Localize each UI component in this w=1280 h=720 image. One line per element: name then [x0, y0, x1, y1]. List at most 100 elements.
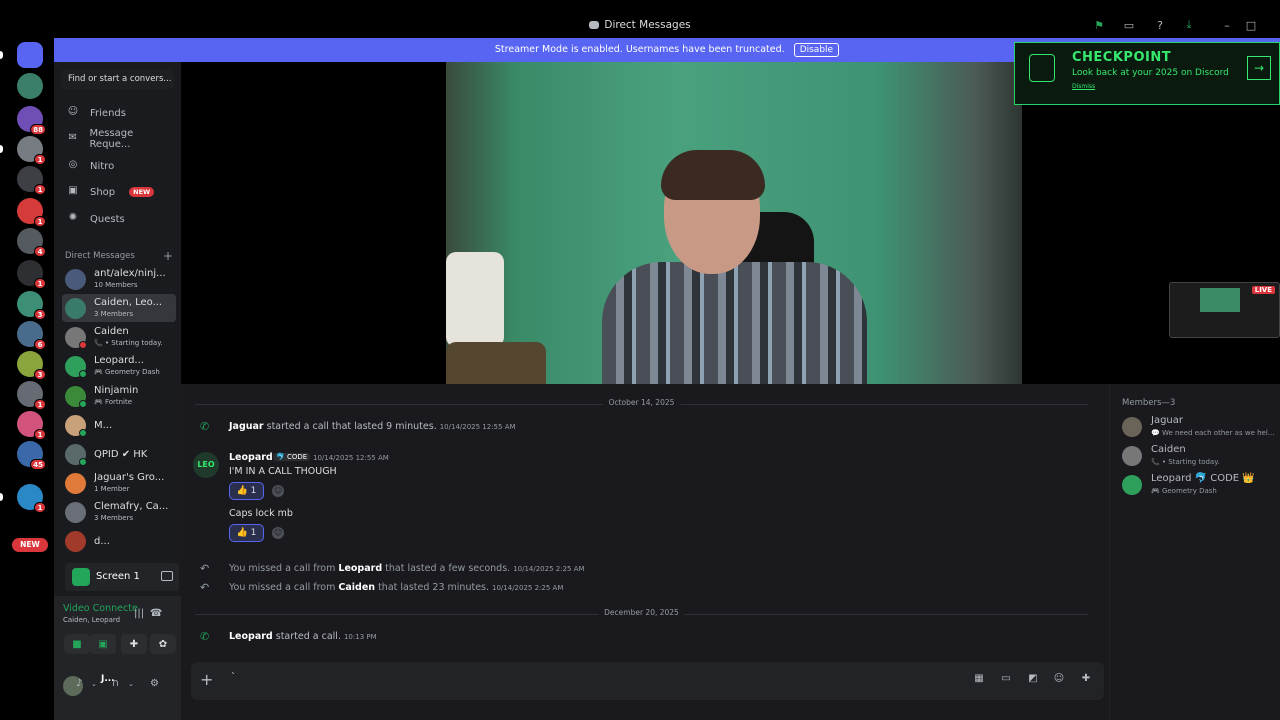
add-reaction-icon[interactable]: ☺ — [272, 485, 284, 497]
window-title-text: Direct Messages — [604, 19, 691, 31]
gif-icon[interactable]: ▭ — [999, 673, 1013, 687]
voice-channel[interactable]: Caiden, Leopard — [63, 616, 120, 624]
reaction-thumbs-up[interactable]: 👍 1 — [229, 482, 264, 500]
guild-tag[interactable]: 🐬 CODE — [273, 453, 311, 461]
maximize-icon[interactable]: □ — [1244, 18, 1258, 32]
search-input[interactable]: Find or start a convers... — [61, 69, 174, 89]
sticker-icon[interactable]: ◩ — [1026, 673, 1040, 687]
dm-item[interactable]: M... — [62, 411, 176, 439]
arrow-right-icon[interactable]: → — [1247, 56, 1271, 80]
create-dm-icon[interactable]: + — [163, 249, 173, 263]
inbox-icon[interactable]: ▭ — [1122, 18, 1136, 32]
mic-icon[interactable]: ♪ — [76, 678, 82, 689]
nav-nitro[interactable]: ◎ Nitro — [62, 155, 174, 177]
nav-shop[interactable]: ▣ Shop NEW — [62, 181, 174, 203]
stop-stream-icon[interactable] — [161, 571, 173, 581]
checkpoint-subtitle: Look back at your 2025 on Discord — [1072, 68, 1229, 78]
disable-button[interactable]: Disable — [793, 43, 840, 57]
title-bar: Direct Messages ⚑ ▭ ? ⤓ – □ — [0, 0, 1280, 38]
timestamp: 10/14/2025 2:25 AM — [492, 584, 564, 592]
composer-input[interactable]: ` — [231, 672, 236, 683]
dm-item[interactable]: Leopard... 🎮 Geometry Dash — [62, 352, 176, 380]
discord-app: Direct Messages ⚑ ▭ ? ⤓ – □ NEW 88 1 1 1 4 1 3… — [0, 0, 1280, 720]
member-item[interactable]: Caiden 📞 • Starting today. — [1122, 443, 1280, 469]
server-icon[interactable]: 1 — [17, 198, 46, 227]
mic-chevron-icon[interactable]: ⌄ — [91, 680, 97, 688]
server-icon[interactable]: 45 — [17, 441, 46, 470]
caller-name[interactable]: Jaguar — [229, 421, 264, 432]
gift-icon[interactable]: ▦ — [972, 673, 986, 687]
dm-item[interactable]: ant/alex/ninj... 10 Members — [62, 265, 176, 293]
server-icon[interactable] — [17, 73, 43, 99]
shelf-shape — [446, 342, 546, 384]
mention-badge: 1 — [34, 278, 46, 289]
nav-quests[interactable]: ✺ Quests — [62, 208, 174, 230]
nav-label: Quests — [90, 213, 125, 225]
video-feed[interactable] — [446, 62, 1022, 384]
member-list: Members—3 Jaguar 💬 We need each other as … — [1109, 384, 1280, 720]
reaction-thumbs-up[interactable]: 👍 1 — [229, 524, 264, 542]
dm-item[interactable]: d... — [62, 527, 176, 555]
caller-name[interactable]: Leopard — [338, 563, 382, 574]
member-item[interactable]: Leopard 🐬 CODE 👑 🎮 Geometry Dash — [1122, 472, 1280, 498]
mention-badge: 45 — [30, 459, 46, 470]
dm-item[interactable]: Clemafry, Ca... 3 Members — [62, 498, 176, 526]
server-icon[interactable]: 1 — [17, 381, 46, 410]
headphones-chevron-icon[interactable]: ⌄ — [128, 680, 134, 688]
caller-name[interactable]: Leopard — [229, 631, 273, 642]
message-author[interactable]: Leopard — [229, 452, 273, 463]
attach-plus-icon[interactable]: + — [200, 670, 213, 689]
missed-post: that lasted 23 minutes. — [375, 582, 490, 593]
server-icon[interactable]: 6 — [17, 321, 46, 350]
server-icon[interactable]: 1 — [17, 166, 46, 195]
nav-friends[interactable]: ☺ Friends — [62, 102, 174, 124]
server-icon[interactable]: 3 — [17, 351, 46, 380]
headphones-icon[interactable]: ∩ — [112, 678, 119, 689]
server-icon[interactable]: 1 — [17, 484, 46, 513]
window-title: Direct Messages — [0, 19, 1280, 31]
server-icon[interactable]: 3 — [17, 291, 46, 320]
emoji-icon[interactable]: ☺ — [1052, 673, 1066, 687]
server-icon[interactable]: 1 — [17, 136, 46, 165]
minimize-icon[interactable]: – — [1220, 18, 1234, 32]
dm-item[interactable]: QPID ✔ HK — [62, 440, 176, 468]
settings-icon[interactable]: ⚙ — [150, 678, 159, 689]
server-icon[interactable]: 1 — [17, 411, 46, 440]
checkpoint-dismiss[interactable]: Dismiss — [1072, 83, 1095, 90]
mention-badge: 1 — [34, 154, 46, 165]
stream-thumbnail[interactable]: LIVE — [1169, 282, 1280, 338]
dm-name: Leopard... — [94, 355, 144, 366]
camera-button[interactable]: ■ — [64, 634, 90, 654]
dm-item[interactable]: Caiden, Leo... 3 Members — [62, 294, 176, 322]
apps-icon[interactable]: ✚ — [1079, 673, 1093, 687]
screen-share-button[interactable]: ▣ — [90, 634, 116, 654]
server-icon[interactable]: 4 — [17, 228, 46, 257]
server-icon[interactable]: 1 — [17, 260, 46, 289]
soundboard-button[interactable]: ✿ — [150, 634, 176, 654]
checkpoint-promo[interactable]: CHECKPOINT Look back at your 2025 on Dis… — [1014, 42, 1280, 105]
status-indicator — [79, 370, 87, 378]
message-composer[interactable]: + ` ▦ ▭ ◩ ☺ ✚ — [191, 662, 1104, 700]
dm-name: Clemafry, Ca... — [94, 501, 169, 512]
dm-item[interactable]: Caiden 📞 • Starting today. — [62, 323, 176, 351]
status-indicator — [79, 429, 87, 437]
message-avatar[interactable]: LEO — [193, 452, 219, 478]
main-area: LIVE CHECKPOINT Look back at your 2025 o… — [181, 42, 1280, 720]
noise-suppression-icon[interactable]: ||| — [134, 608, 144, 619]
flag-icon[interactable]: ⚑ — [1092, 18, 1106, 32]
server-icon[interactable]: 88 — [17, 106, 46, 135]
disconnect-icon[interactable]: ☎ — [150, 608, 162, 619]
nav-message[interactable]: ✉ Message Reque... — [62, 128, 174, 150]
dm-item[interactable]: Jaguar's Gro... 1 Member — [62, 469, 176, 497]
caller-name[interactable]: Caiden — [338, 582, 375, 593]
help-icon[interactable]: ? — [1153, 18, 1167, 32]
discord-home-icon[interactable] — [17, 42, 43, 68]
download-icon[interactable]: ⤓ — [1182, 18, 1196, 32]
add-reaction-icon[interactable]: ☺ — [272, 527, 284, 539]
screen-share-bar[interactable]: Screen 1 — [65, 563, 179, 591]
activities-button[interactable]: ✚ — [121, 634, 147, 654]
message-text: Caps lock mb — [229, 508, 293, 519]
dm-sidebar: Find or start a convers... Direct Messag… — [54, 62, 181, 720]
member-item[interactable]: Jaguar 💬 We need each other as we hel... — [1122, 414, 1280, 440]
dm-item[interactable]: Ninjamin 🎮 Fortnite — [62, 382, 176, 410]
